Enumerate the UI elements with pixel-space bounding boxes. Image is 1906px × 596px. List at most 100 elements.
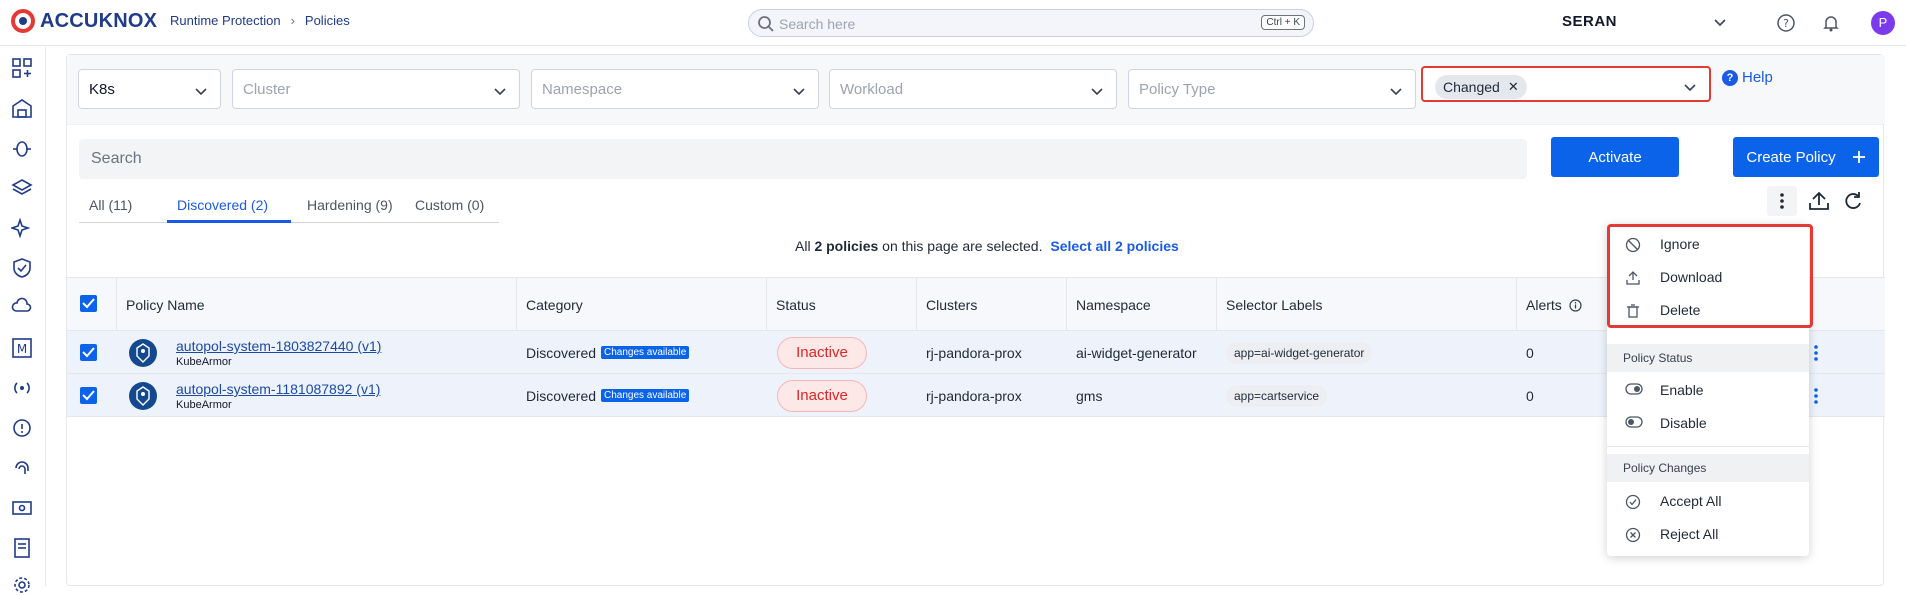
bug-icon[interactable]: [11, 137, 33, 159]
help-link[interactable]: ? Help: [1722, 69, 1773, 86]
cluster-placeholder: Cluster: [243, 81, 291, 98]
top-bar: ACCUKNOX Runtime Protection › Policies S…: [0, 0, 1906, 46]
change-status-select[interactable]: Changed ✕: [1421, 66, 1711, 102]
activate-button[interactable]: Activate: [1551, 137, 1679, 177]
cluster-select[interactable]: Cluster: [232, 69, 520, 109]
more-vertical-icon[interactable]: [1767, 186, 1797, 216]
tenant-selector[interactable]: SERAN: [1562, 13, 1617, 30]
dashboard-icon[interactable]: [11, 57, 33, 79]
global-search-input[interactable]: Search here Ctrl + K: [748, 9, 1314, 37]
breadcrumb-section[interactable]: Runtime Protection: [170, 13, 281, 28]
status-badge: Inactive: [777, 380, 867, 412]
inventory-icon[interactable]: [11, 97, 33, 119]
menu-label: Disable: [1660, 415, 1707, 431]
selection-suffix: on this page are selected.: [882, 238, 1043, 254]
alerts-value: 0: [1526, 388, 1534, 404]
changed-chip-label: Changed: [1443, 79, 1500, 95]
select-all-checkbox[interactable]: [80, 295, 97, 312]
selection-prefix: All: [795, 238, 811, 254]
policy-search-input[interactable]: Search: [79, 139, 1527, 179]
select-all-link[interactable]: Select all 2 policies: [1050, 238, 1178, 254]
accuknox-logo-icon: [11, 9, 35, 33]
tab-all[interactable]: All (11): [89, 197, 132, 213]
policy-name-link[interactable]: autopol-system-1803827440 (v1): [176, 338, 381, 354]
header-alerts[interactable]: Alerts: [1526, 297, 1562, 313]
shortcut-hint: Ctrl + K: [1261, 15, 1305, 30]
badge-alert-icon[interactable]: [11, 417, 33, 439]
status-badge: Inactive: [777, 337, 867, 369]
header-category[interactable]: Category: [526, 297, 583, 313]
upload-icon[interactable]: [1804, 186, 1834, 216]
header-clusters[interactable]: Clusters: [926, 297, 977, 313]
help-label: Help: [1742, 69, 1773, 86]
policy-type-select[interactable]: Policy Type: [1128, 69, 1416, 109]
workload-placeholder: Workload: [840, 81, 904, 98]
namespace-placeholder: Namespace: [542, 81, 623, 98]
header-policy-name[interactable]: Policy Name: [126, 297, 205, 313]
layers-icon[interactable]: [11, 177, 33, 199]
sparkle-icon[interactable]: [11, 217, 33, 239]
policy-tabs: All (11) Discovered (2) Hardening (9) Cu…: [79, 189, 499, 223]
check-icon: [82, 390, 95, 401]
tab-hardening[interactable]: Hardening (9): [307, 197, 393, 213]
header-selector-labels[interactable]: Selector Labels: [1226, 297, 1323, 313]
settings-icon[interactable]: [11, 574, 33, 596]
more-vertical-icon[interactable]: [1813, 387, 1819, 405]
row-checkbox[interactable]: [80, 387, 97, 404]
breadcrumb: Runtime Protection › Policies: [170, 13, 350, 28]
more-vertical-icon[interactable]: [1813, 344, 1819, 362]
report-icon[interactable]: [11, 537, 33, 559]
sidebar: M: [0, 47, 46, 593]
chevron-down-icon[interactable]: [1712, 14, 1728, 30]
cloud-shield-icon[interactable]: [11, 297, 33, 319]
tab-custom[interactable]: Custom (0): [415, 197, 484, 213]
tab-discovered[interactable]: Discovered (2): [177, 197, 268, 213]
filter-bar: K8s Cluster Namespace Workload Policy Ty…: [67, 55, 1885, 125]
bell-icon[interactable]: [1821, 13, 1841, 33]
workload-select[interactable]: Workload: [829, 69, 1117, 109]
header-namespace[interactable]: Namespace: [1076, 297, 1151, 313]
row-checkbox[interactable]: [80, 344, 97, 361]
menu-item-enable[interactable]: Enable: [1607, 374, 1809, 406]
section-label: Policy Changes: [1623, 461, 1707, 475]
brand-logo[interactable]: ACCUKNOX: [10, 8, 157, 34]
namespace-value: gms: [1076, 388, 1103, 404]
alerts-value: 0: [1526, 345, 1534, 361]
policy-changes-section-header: Policy Changes: [1607, 454, 1809, 482]
platform-select[interactable]: K8s: [78, 69, 221, 109]
header-status[interactable]: Status: [776, 297, 816, 313]
runtime-protection-icon[interactable]: [11, 377, 33, 399]
selection-notice: All 2 policies on this page are selected…: [795, 238, 1179, 254]
menu-label: Reject All: [1660, 526, 1719, 542]
activate-label: Activate: [1588, 148, 1642, 166]
changed-filter-chip[interactable]: Changed ✕: [1435, 75, 1527, 99]
ticket-icon[interactable]: [11, 497, 33, 519]
refresh-icon[interactable]: [1838, 186, 1868, 216]
chevron-down-icon: [1390, 88, 1402, 96]
policy-name-link[interactable]: autopol-system-1181087892 (v1): [176, 381, 380, 397]
close-icon[interactable]: ✕: [1508, 75, 1519, 99]
shield-icon[interactable]: [11, 257, 33, 279]
menu-item-accept-all[interactable]: Accept All: [1607, 485, 1809, 517]
toggle-off-icon: [1625, 416, 1643, 428]
chevron-right-icon: ›: [290, 13, 295, 28]
menu-item-reject-all[interactable]: Reject All: [1607, 518, 1809, 550]
monitor-m-icon[interactable]: M: [11, 337, 33, 359]
menu-label: Accept All: [1660, 493, 1722, 509]
policy-engine: KubeArmor: [176, 356, 232, 368]
info-icon[interactable]: [1569, 299, 1582, 312]
selector-label-pill: app=ai-widget-generator: [1226, 342, 1373, 364]
active-tab-indicator: [167, 220, 291, 223]
create-policy-button[interactable]: Create Policy: [1733, 137, 1879, 177]
avatar[interactable]: P: [1871, 11, 1895, 35]
fingerprint-icon[interactable]: [11, 457, 33, 479]
policy-status-section-header: Policy Status: [1607, 344, 1809, 372]
namespace-select[interactable]: Namespace: [531, 69, 819, 109]
svg-text:?: ?: [1783, 17, 1789, 30]
changes-available-badge: Changes available: [601, 389, 690, 402]
help-circle-icon[interactable]: ?: [1776, 13, 1796, 33]
selection-count: 2 policies: [814, 238, 879, 254]
category-value: Discovered: [526, 388, 597, 404]
menu-item-disable[interactable]: Disable: [1607, 407, 1809, 439]
kubearmor-icon: [129, 382, 157, 410]
